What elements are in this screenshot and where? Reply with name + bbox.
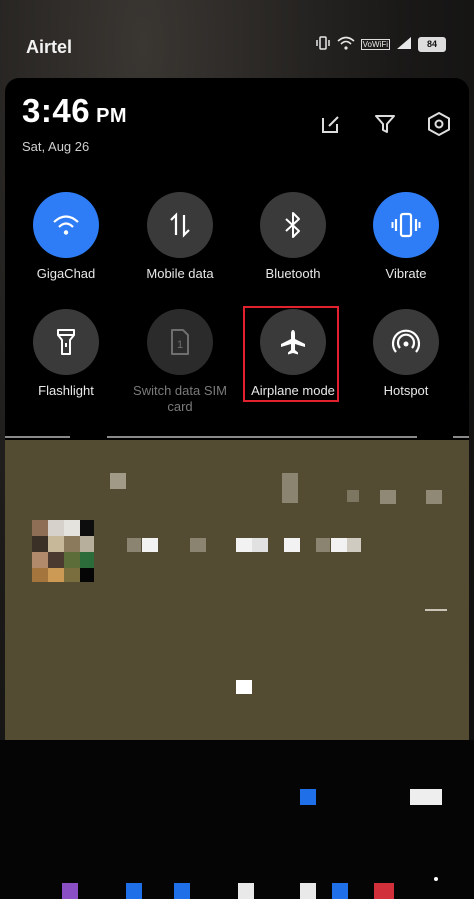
pixel-block: [236, 538, 252, 552]
pixel-block: [238, 883, 254, 899]
pixel-block: [142, 538, 158, 552]
pixel-block: [80, 552, 94, 568]
tile-circle[interactable]: 1: [147, 309, 213, 375]
pixel-block: [300, 789, 316, 805]
pixel-block: [282, 473, 298, 503]
tile-switch-sim[interactable]: 1 Switch data SIM card: [123, 309, 237, 415]
tile-circle[interactable]: [373, 192, 439, 258]
status-bar: Airtel VoWiFi 84: [0, 0, 474, 78]
pixel-block: [80, 536, 94, 552]
lower-notifications: [0, 740, 474, 899]
pixel-block: [434, 877, 438, 881]
tile-circle[interactable]: [33, 192, 99, 258]
tile-circle[interactable]: [147, 192, 213, 258]
panel-separator: [453, 436, 469, 438]
clock[interactable]: 3:46 PM: [22, 92, 127, 130]
carrier-name: Airtel: [26, 37, 73, 57]
bluetooth-icon: [285, 212, 300, 238]
pixel-block: [174, 883, 190, 899]
pixel-block: [300, 883, 316, 899]
pixel-block: [64, 536, 80, 552]
tile-hotspot[interactable]: Hotspot: [349, 309, 463, 399]
tile-label: Hotspot: [383, 383, 429, 398]
pixel-block: [426, 490, 442, 504]
tile-label: GigaChad: [36, 266, 96, 281]
edit-icon[interactable]: [315, 108, 347, 140]
vowifi-icon: VoWiFi: [360, 39, 390, 50]
pixel-block: [80, 520, 94, 536]
pixel-block: [425, 609, 447, 611]
pixel-block: [32, 520, 48, 536]
clock-ampm: PM: [96, 105, 128, 127]
date-label[interactable]: Sat, Aug 26: [22, 139, 89, 154]
pixel-block: [62, 883, 78, 899]
pixel-block: [48, 536, 64, 552]
tile-circle[interactable]: [33, 309, 99, 375]
pixel-block: [316, 538, 330, 552]
pixel-block: [32, 536, 48, 552]
pixel-block: [284, 538, 300, 552]
tile-bluetooth[interactable]: Bluetooth: [236, 192, 350, 282]
tile-flashlight[interactable]: Flashlight: [9, 309, 123, 399]
tile-label: Switch data SIM card: [133, 383, 227, 414]
tile-mobile-data[interactable]: Mobile data: [123, 192, 237, 282]
pixel-block: [347, 538, 361, 552]
status-icons: VoWiFi 84: [315, 36, 446, 53]
pixel-block: [347, 490, 359, 502]
pixel-block: [110, 473, 126, 489]
panel-separator: [5, 436, 70, 438]
pixel-block: [190, 538, 206, 552]
pixel-block: [64, 568, 80, 582]
pixel-block: [410, 789, 442, 805]
tile-vibrate[interactable]: Vibrate: [349, 192, 463, 282]
battery-indicator: 84: [418, 37, 446, 52]
clock-time: 3:46: [22, 92, 91, 129]
pixel-block: [332, 883, 348, 899]
panel-actions: [315, 108, 455, 140]
tile-label: Bluetooth: [265, 266, 321, 281]
pixel-block: [252, 538, 268, 552]
wifi-icon: [337, 36, 355, 53]
tile-label: Mobile data: [146, 266, 214, 281]
airplane-mode-highlight-box: [243, 306, 339, 402]
filter-icon[interactable]: [369, 108, 401, 140]
panel-separator: [107, 436, 417, 438]
signal-icon: [396, 36, 412, 53]
mobile-data-icon: [170, 212, 190, 238]
pixel-block: [64, 552, 80, 568]
pixelated-notification: [5, 440, 469, 740]
pixel-block: [64, 520, 80, 536]
pixel-block: [48, 520, 64, 536]
pixel-block: [331, 538, 347, 552]
wifi-icon: [53, 215, 79, 235]
pixel-block: [380, 490, 396, 504]
pixel-block: [80, 568, 94, 582]
pixel-block: [126, 883, 142, 899]
tile-wifi[interactable]: GigaChad: [9, 192, 123, 282]
flashlight-icon: [57, 329, 75, 355]
pixel-block: [32, 568, 48, 582]
tile-label: Vibrate: [385, 266, 427, 281]
pixel-block: [236, 680, 252, 694]
pixel-block: [32, 552, 48, 568]
pixel-block: [374, 883, 394, 899]
tile-label: Flashlight: [38, 383, 94, 398]
vibrate-icon: [391, 212, 421, 238]
vibrate-icon: [315, 36, 331, 53]
pixel-block: [48, 568, 64, 582]
tile-circle[interactable]: [373, 309, 439, 375]
tile-circle[interactable]: [260, 192, 326, 258]
settings-icon[interactable]: [423, 108, 455, 140]
hotspot-icon: [391, 329, 421, 353]
sim-icon: 1: [171, 329, 189, 355]
svg-text:1: 1: [177, 339, 183, 351]
pixel-block: [127, 538, 141, 552]
pixel-block: [48, 552, 64, 568]
